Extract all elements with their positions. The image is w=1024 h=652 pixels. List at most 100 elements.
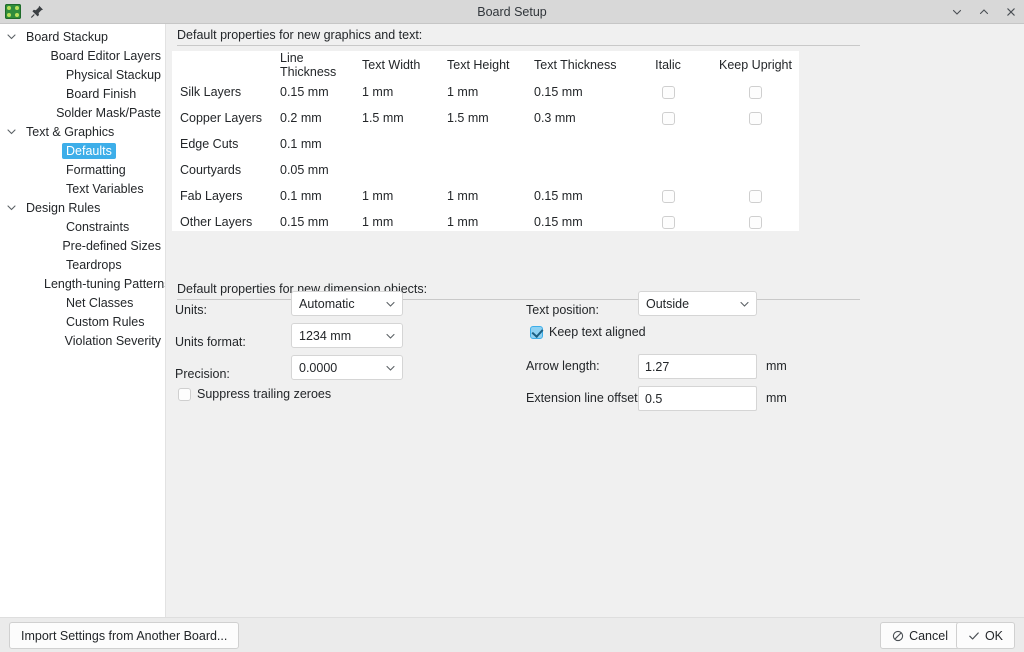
cell-line-thickness[interactable]: 0.15 mm (280, 79, 362, 105)
cell-keep-upright-checkbox[interactable] (712, 209, 799, 235)
italic-checkbox[interactable] (662, 190, 675, 203)
cell-line-thickness[interactable]: 0.2 mm (280, 105, 362, 131)
cell-line-thickness[interactable]: 0.15 mm (280, 209, 362, 235)
cell-text-height[interactable]: 1 mm (447, 79, 534, 105)
sidebar-item-formatting[interactable]: Formatting (0, 160, 165, 179)
sidebar-item-net-classes[interactable]: Net Classes (0, 293, 165, 312)
sidebar-item-text-variables[interactable]: Text Variables (0, 179, 165, 198)
keep-upright-checkbox[interactable] (749, 190, 762, 203)
sidebar-item-label: Text Variables (62, 181, 148, 197)
units-select[interactable]: InchesMilsMillimetersAutomatic (291, 291, 403, 316)
minimize-button[interactable] (950, 5, 964, 19)
table-row[interactable]: Courtyards0.05 mm (172, 157, 799, 183)
sidebar-item-defaults[interactable]: Defaults (0, 141, 165, 160)
keep-upright-checkbox[interactable] (749, 112, 762, 125)
cell-text-width[interactable]: 1.5 mm (362, 105, 447, 131)
sidebar-item-violation-severity[interactable]: Violation Severity (0, 331, 165, 350)
cell-text-thickness[interactable]: 0.15 mm (534, 183, 624, 209)
cell-text-thickness[interactable]: 0.3 mm (534, 105, 624, 131)
close-button[interactable] (1004, 5, 1018, 19)
cell-keep-upright-checkbox[interactable] (712, 183, 799, 209)
suppress-trailing-zeroes-row[interactable]: Suppress trailing zeroes (178, 387, 331, 401)
window-title: Board Setup (0, 5, 1024, 19)
text-position-combo-wrap[interactable]: OutsideInlineManual (638, 291, 757, 316)
table-row[interactable]: Edge Cuts0.1 mm (172, 131, 799, 157)
precision-select[interactable]: 00.00.000.0000.00000.00000 (291, 355, 403, 380)
sidebar-item-length-tuning-patterns[interactable]: Length-tuning Patterns (0, 274, 165, 293)
cell-text-thickness[interactable]: 0.15 mm (534, 209, 624, 235)
cell-text-width[interactable]: 1 mm (362, 183, 447, 209)
cell-text-thickness[interactable]: 0.15 mm (534, 79, 624, 105)
units-combo-wrap[interactable]: InchesMilsMillimetersAutomatic (291, 291, 403, 316)
units-format-combo-wrap[interactable]: 12341234 mm1234 (mm) (291, 323, 403, 348)
keep-upright-checkbox[interactable] (749, 216, 762, 229)
keep-text-aligned-checkbox[interactable] (530, 326, 543, 339)
sidebar-item-board-editor-layers[interactable]: Board Editor Layers (0, 46, 165, 65)
ok-button[interactable]: OK (956, 622, 1015, 649)
italic-checkbox[interactable] (662, 112, 675, 125)
cell-keep-upright-checkbox[interactable] (712, 105, 799, 131)
cell-keep-upright-checkbox (712, 157, 799, 183)
cell-text-height[interactable]: 1 mm (447, 209, 534, 235)
table-row[interactable]: Fab Layers0.1 mm1 mm1 mm0.15 mm (172, 183, 799, 209)
cell-text-height[interactable] (447, 157, 534, 183)
sidebar-item-pre-defined-sizes[interactable]: Pre-defined Sizes (0, 236, 165, 255)
italic-checkbox[interactable] (662, 216, 675, 229)
cell-italic-checkbox[interactable] (624, 209, 712, 235)
cell-line-thickness[interactable]: 0.1 mm (280, 183, 362, 209)
cell-text-height[interactable] (447, 131, 534, 157)
import-settings-button[interactable]: Import Settings from Another Board... (9, 622, 239, 649)
extension-line-offset-input[interactable] (638, 386, 757, 411)
sidebar-item-label: Design Rules (22, 200, 104, 216)
pin-icon[interactable] (30, 4, 45, 19)
sidebar-item-board-stackup[interactable]: Board Stackup (0, 27, 165, 46)
suppress-trailing-zeroes-checkbox[interactable] (178, 388, 191, 401)
keep-upright-checkbox[interactable] (749, 86, 762, 99)
sidebar-item-text-graphics[interactable]: Text & Graphics (0, 122, 165, 141)
cell-text-thickness[interactable] (534, 157, 624, 183)
sidebar-item-teardrops[interactable]: Teardrops (0, 255, 165, 274)
table-row[interactable]: Silk Layers0.15 mm1 mm1 mm0.15 mm (172, 79, 799, 105)
cell-line-thickness[interactable]: 0.1 mm (280, 131, 362, 157)
check-icon (968, 630, 980, 642)
cell-text-width[interactable]: 1 mm (362, 209, 447, 235)
cell-italic-checkbox[interactable] (624, 183, 712, 209)
sidebar-item-constraints[interactable]: Constraints (0, 217, 165, 236)
chevron-down-icon[interactable] (0, 126, 22, 137)
chevron-down-icon[interactable] (0, 31, 22, 42)
cell-text-height[interactable]: 1 mm (447, 183, 534, 209)
sidebar-item-physical-stackup[interactable]: Physical Stackup (0, 65, 165, 84)
sidebar-item-custom-rules[interactable]: Custom Rules (0, 312, 165, 331)
column-header-italic: Italic (624, 51, 712, 79)
cell-text-height[interactable]: 1.5 mm (447, 105, 534, 131)
graphics-defaults-table[interactable]: Line Thickness Text Width Text Height Te… (172, 51, 799, 231)
chevron-down-icon[interactable] (0, 202, 22, 213)
import-settings-label: Import Settings from Another Board... (21, 629, 227, 643)
cell-text-width[interactable] (362, 131, 447, 157)
cell-text-width[interactable] (362, 157, 447, 183)
cell-line-thickness[interactable]: 0.05 mm (280, 157, 362, 183)
precision-combo-wrap[interactable]: 00.00.000.0000.00000.00000 (291, 355, 403, 380)
cell-italic-checkbox[interactable] (624, 79, 712, 105)
units-format-select[interactable]: 12341234 mm1234 (mm) (291, 323, 403, 348)
maximize-button[interactable] (977, 5, 991, 19)
arrow-length-input[interactable] (638, 354, 757, 379)
arrow-length-label: Arrow length: (526, 354, 600, 379)
keep-text-aligned-row[interactable]: Keep text aligned (530, 325, 646, 339)
cell-text-width[interactable]: 1 mm (362, 79, 447, 105)
table-row[interactable]: Copper Layers0.2 mm1.5 mm1.5 mm0.3 mm (172, 105, 799, 131)
settings-navigation-tree[interactable]: Board StackupBoard Editor LayersPhysical… (0, 24, 166, 617)
sidebar-item-design-rules[interactable]: Design Rules (0, 198, 165, 217)
cell-italic-checkbox[interactable] (624, 105, 712, 131)
suppress-trailing-zeroes-label: Suppress trailing zeroes (197, 387, 331, 401)
titlebar-icon-group (0, 4, 45, 19)
cell-text-thickness[interactable] (534, 131, 624, 157)
cell-keep-upright-checkbox[interactable] (712, 79, 799, 105)
text-position-select[interactable]: OutsideInlineManual (638, 291, 757, 316)
sidebar-item-label: Pre-defined Sizes (58, 238, 165, 254)
cancel-button[interactable]: Cancel (880, 622, 960, 649)
table-row[interactable]: Other Layers0.15 mm1 mm1 mm0.15 mm (172, 209, 799, 235)
sidebar-item-board-finish[interactable]: Board Finish (0, 84, 165, 103)
italic-checkbox[interactable] (662, 86, 675, 99)
sidebar-item-solder-mask-paste[interactable]: Solder Mask/Paste (0, 103, 165, 122)
